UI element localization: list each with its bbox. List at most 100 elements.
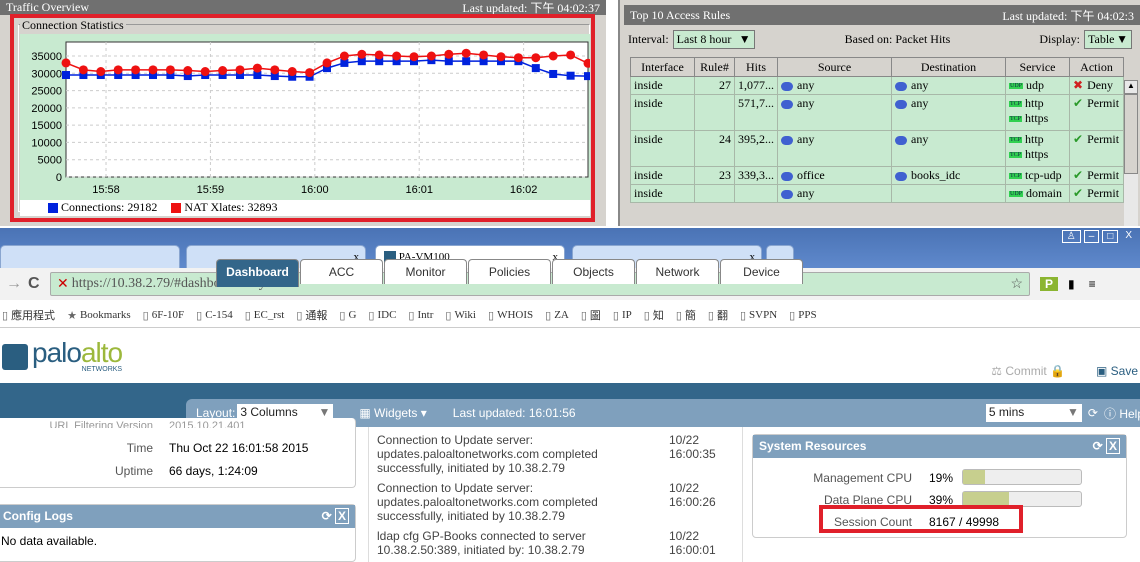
- rule-row[interactable]: inside 24 395,2... any any TCP http TCP https ✔ Pe…: [630, 130, 1124, 167]
- bookmark-item[interactable]: ▯ IP: [613, 309, 632, 322]
- data-point: [287, 67, 297, 77]
- widget-title: System Resources: [759, 439, 867, 453]
- tab-acc[interactable]: ACC: [300, 259, 383, 284]
- bookmark-item[interactable]: ▯ EC_rst: [245, 309, 285, 322]
- action-cell: ✖ Deny: [1069, 76, 1124, 95]
- col-action[interactable]: Action: [1069, 57, 1124, 77]
- menu-icon[interactable]: ≡: [1089, 277, 1096, 291]
- access-rules-panel: Top 10 Access Rules Last updated: 下午 04:0…: [618, 0, 1140, 226]
- browser-tab[interactable]: [0, 245, 180, 269]
- close-icon[interactable]: X: [334, 508, 349, 524]
- check-icon: ✔: [1073, 168, 1084, 182]
- close-icon[interactable]: X: [1105, 438, 1120, 454]
- bookmarks-bar: ▯ 應用程式 ★ Bookmarks ▯ 6F-10F ▯ C-154 ▯ EC_rst ▯ 通報 ▯ G…: [0, 304, 1140, 326]
- col-service[interactable]: Service: [1005, 57, 1070, 77]
- chevron-down-icon: ▼: [1116, 31, 1128, 46]
- col-hits[interactable]: Hits: [734, 57, 778, 77]
- page-icon: ▯: [339, 309, 346, 322]
- bookmark-item[interactable]: ▯ 應用程式: [2, 307, 55, 323]
- service-protocol-icon: TCP: [1009, 116, 1023, 123]
- refresh-interval-select[interactable]: 5 mins ▼: [985, 404, 1082, 422]
- refresh-icon[interactable]: ⟳: [1093, 439, 1103, 453]
- bookmark-item[interactable]: ▯ 圖: [581, 307, 601, 323]
- bookmark-item[interactable]: ▯ G: [339, 309, 356, 322]
- data-point: [322, 58, 332, 68]
- window-controls: ♙ – □ X: [1061, 230, 1136, 243]
- y-tick-label: 35000: [31, 51, 62, 63]
- scroll-thumb[interactable]: [1124, 94, 1138, 174]
- bookmark-item[interactable]: ▯ PPS: [789, 309, 816, 322]
- action-cell: ✔ Permit: [1069, 166, 1124, 185]
- widgets-menu[interactable]: ▦ Widgets ▾: [359, 406, 426, 420]
- chevron-down-icon: ▼: [738, 31, 751, 46]
- interface-cell: inside: [630, 130, 695, 167]
- bookmark-item[interactable]: ▯ 簡: [676, 307, 696, 323]
- rule-row[interactable]: inside 23 339,3... office books_idc TCP tcp-ud…: [630, 166, 1124, 185]
- star-icon[interactable]: ☆: [1010, 276, 1023, 293]
- deny-icon: ✖: [1073, 78, 1084, 92]
- col-interface[interactable]: Interface: [630, 57, 695, 77]
- bookmark-item[interactable]: ★ Bookmarks: [67, 309, 131, 322]
- rule-cell: 27: [694, 76, 735, 95]
- address-object-icon: [781, 81, 793, 91]
- bookmark-item[interactable]: ▯ 通報: [296, 307, 327, 323]
- extension-icon[interactable]: ▮: [1068, 277, 1075, 291]
- forward-icon[interactable]: →: [0, 275, 28, 293]
- rule-row[interactable]: inside 571,7... any any TCP http TCP https ✔ Perm…: [630, 94, 1124, 131]
- bookmark-item[interactable]: ▯ Intr: [408, 309, 433, 322]
- bookmark-item[interactable]: ▯ 翻: [708, 307, 728, 323]
- last-updated: Last updated: 16:01:56: [452, 406, 576, 420]
- tab-dashboard[interactable]: Dashboard: [216, 259, 299, 287]
- refresh-icon[interactable]: ⟳: [1088, 406, 1098, 420]
- rule-row[interactable]: inside 27 1,077... any any UDP udp ✖ Deny: [630, 76, 1124, 95]
- bookmark-item[interactable]: ▯ WHOIS: [488, 309, 533, 322]
- source-cell: any: [777, 94, 892, 131]
- x-tick-label: 15:58: [92, 184, 120, 196]
- tab-device[interactable]: Device: [720, 259, 803, 284]
- bookmark-item[interactable]: ▯ Wiki: [445, 309, 476, 322]
- bookmark-item[interactable]: ▯ ZA: [545, 309, 569, 322]
- empty-message: No data available.: [1, 534, 98, 548]
- minimize-button[interactable]: –: [1083, 230, 1100, 243]
- col-destination[interactable]: Destination: [891, 57, 1006, 77]
- x-tick-label: 16:00: [301, 184, 329, 196]
- tab-objects[interactable]: Objects: [552, 259, 635, 284]
- extension-p-icon[interactable]: P: [1040, 277, 1059, 291]
- tab-policies[interactable]: Policies: [468, 259, 551, 284]
- widget-title: Config Logs: [3, 509, 73, 523]
- col-source[interactable]: Source: [777, 57, 892, 77]
- tab-network[interactable]: Network: [636, 259, 719, 284]
- commit-button[interactable]: ⚖ Commit 🔒: [991, 364, 1065, 378]
- bookmark-item[interactable]: ▯ SVPN: [740, 309, 777, 322]
- tab-monitor[interactable]: Monitor: [384, 259, 467, 284]
- display-select[interactable]: Table ▼: [1084, 29, 1132, 49]
- reload-icon[interactable]: C: [28, 275, 50, 293]
- display-label: Display:: [1039, 31, 1080, 46]
- data-point: [584, 72, 590, 81]
- y-tick-label: 0: [56, 172, 62, 184]
- user-icon[interactable]: ♙: [1061, 230, 1081, 243]
- bookmark-item[interactable]: ▯ C-154: [196, 309, 233, 322]
- col-rule[interactable]: Rule#: [694, 57, 735, 77]
- refresh-icon[interactable]: ⟳: [322, 509, 332, 523]
- action-cell: ✔ Permit: [1069, 184, 1124, 203]
- bookmark-item[interactable]: ▯ IDC: [368, 309, 396, 322]
- bookmark-item[interactable]: ▯ 知: [644, 307, 664, 323]
- scrollbar[interactable]: ▲: [1124, 80, 1138, 226]
- rule-row[interactable]: inside any UDP domain ✔ Permit: [630, 184, 1124, 203]
- data-point: [305, 68, 315, 78]
- page-icon: ▯: [296, 309, 303, 322]
- page-icon: ▯: [789, 309, 796, 322]
- y-tick-label: 10000: [31, 137, 62, 149]
- interval-select[interactable]: Last 8 hour ▼: [672, 29, 755, 49]
- data-point: [531, 53, 541, 63]
- data-point: [62, 71, 70, 80]
- help-button[interactable]: ⓘ Help: [1104, 405, 1140, 422]
- scroll-up-icon[interactable]: ▲: [1124, 80, 1138, 94]
- data-point: [113, 65, 123, 75]
- destination-cell: any: [891, 76, 1006, 95]
- maximize-button[interactable]: □: [1102, 230, 1119, 243]
- bookmark-item[interactable]: ▯ 6F-10F: [143, 309, 184, 322]
- save-button[interactable]: ▣ Save: [1096, 364, 1138, 378]
- close-button[interactable]: X: [1121, 230, 1136, 243]
